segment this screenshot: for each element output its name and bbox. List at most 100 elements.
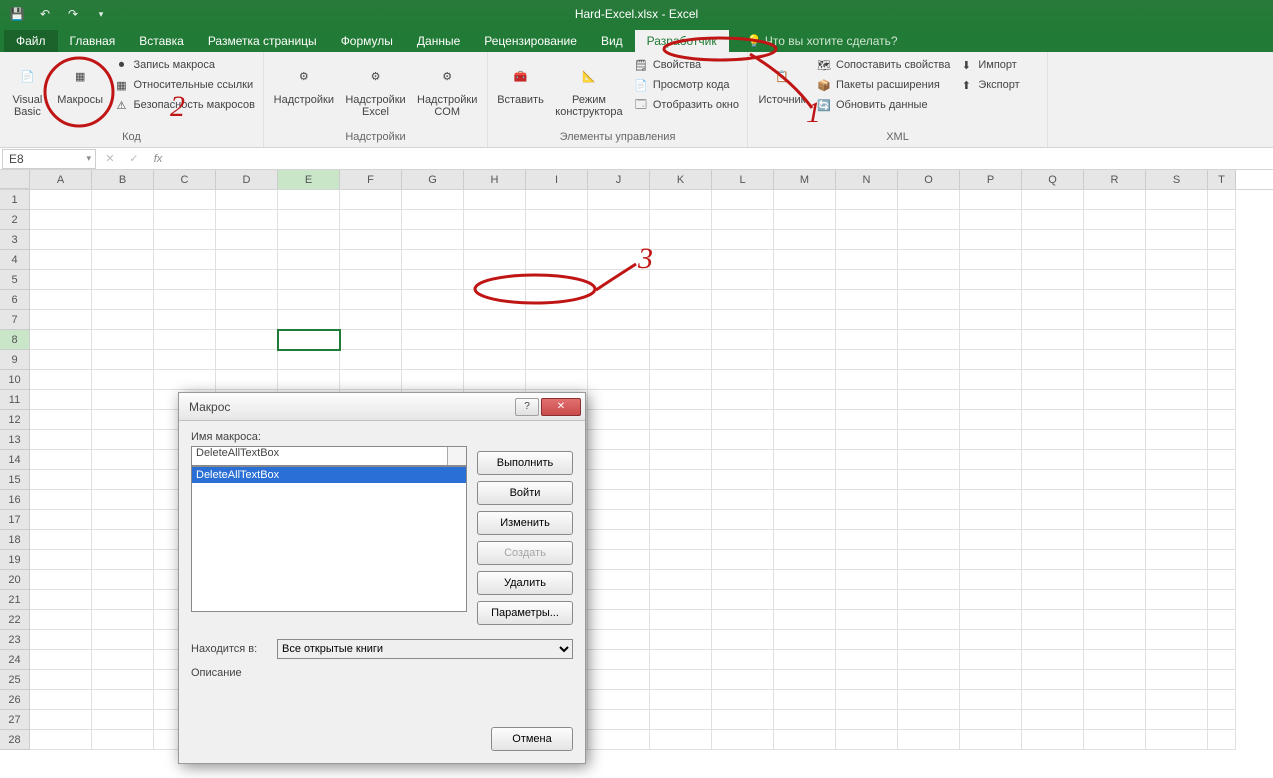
- cell[interactable]: [588, 470, 650, 490]
- cell[interactable]: [464, 330, 526, 350]
- cell[interactable]: [960, 290, 1022, 310]
- cell[interactable]: [1208, 230, 1236, 250]
- cell[interactable]: [588, 190, 650, 210]
- row-header[interactable]: 21: [0, 590, 30, 610]
- cell[interactable]: [1208, 310, 1236, 330]
- cell[interactable]: [92, 550, 154, 570]
- cell[interactable]: [1084, 470, 1146, 490]
- cell[interactable]: [650, 710, 712, 730]
- show-dialog-button[interactable]: 🗔Отобразить окно: [631, 96, 741, 114]
- cell[interactable]: [836, 230, 898, 250]
- cell[interactable]: [30, 610, 92, 630]
- cell[interactable]: [402, 210, 464, 230]
- cell[interactable]: [1146, 590, 1208, 610]
- cell[interactable]: [650, 410, 712, 430]
- redo-icon[interactable]: ↷: [62, 3, 84, 25]
- cell[interactable]: [1022, 690, 1084, 710]
- cell[interactable]: [1208, 670, 1236, 690]
- row-header[interactable]: 24: [0, 650, 30, 670]
- row-header[interactable]: 16: [0, 490, 30, 510]
- cell[interactable]: [960, 550, 1022, 570]
- cell[interactable]: [464, 270, 526, 290]
- cell[interactable]: [1208, 330, 1236, 350]
- row-header[interactable]: 28: [0, 730, 30, 750]
- cell[interactable]: [650, 350, 712, 370]
- cell[interactable]: [154, 370, 216, 390]
- cell[interactable]: [278, 330, 340, 350]
- cell[interactable]: [1208, 430, 1236, 450]
- cell[interactable]: [1022, 710, 1084, 730]
- cell[interactable]: [836, 410, 898, 430]
- cell[interactable]: [30, 390, 92, 410]
- column-header[interactable]: R: [1084, 170, 1146, 189]
- cell[interactable]: [1084, 390, 1146, 410]
- row-header[interactable]: 19: [0, 550, 30, 570]
- cell[interactable]: [92, 730, 154, 750]
- cell[interactable]: [774, 470, 836, 490]
- qat-customize-icon[interactable]: ▾: [90, 3, 112, 25]
- macro-list-item[interactable]: DeleteAllTextBox: [192, 467, 466, 483]
- cell[interactable]: [588, 390, 650, 410]
- cell[interactable]: [1022, 410, 1084, 430]
- cell[interactable]: [526, 230, 588, 250]
- cell[interactable]: [30, 550, 92, 570]
- cell[interactable]: [898, 470, 960, 490]
- cell[interactable]: [712, 250, 774, 270]
- row-header[interactable]: 7: [0, 310, 30, 330]
- cell[interactable]: [898, 350, 960, 370]
- cell[interactable]: [960, 470, 1022, 490]
- cell[interactable]: [1084, 270, 1146, 290]
- cell[interactable]: [1146, 230, 1208, 250]
- cell[interactable]: [836, 710, 898, 730]
- column-header[interactable]: Q: [1022, 170, 1084, 189]
- cell[interactable]: [1084, 350, 1146, 370]
- cell[interactable]: [340, 250, 402, 270]
- cell[interactable]: [712, 430, 774, 450]
- cell[interactable]: [1084, 730, 1146, 750]
- row-header[interactable]: 4: [0, 250, 30, 270]
- row-header[interactable]: 23: [0, 630, 30, 650]
- cell[interactable]: [1022, 610, 1084, 630]
- cell[interactable]: [588, 250, 650, 270]
- cell[interactable]: [960, 370, 1022, 390]
- cell[interactable]: [1146, 310, 1208, 330]
- cell[interactable]: [1084, 290, 1146, 310]
- cell[interactable]: [1084, 570, 1146, 590]
- cell[interactable]: [960, 510, 1022, 530]
- cell[interactable]: [588, 230, 650, 250]
- cell[interactable]: [1084, 530, 1146, 550]
- cell[interactable]: [1208, 490, 1236, 510]
- cell[interactable]: [1208, 390, 1236, 410]
- cell[interactable]: [92, 370, 154, 390]
- close-button[interactable]: ✕: [541, 398, 581, 416]
- name-box[interactable]: E8: [2, 149, 96, 169]
- macro-list[interactable]: DeleteAllTextBox: [191, 466, 467, 612]
- cell[interactable]: [1022, 250, 1084, 270]
- cell[interactable]: [154, 310, 216, 330]
- cell[interactable]: [1022, 350, 1084, 370]
- cell[interactable]: [464, 230, 526, 250]
- cell[interactable]: [92, 430, 154, 450]
- cell[interactable]: [1208, 730, 1236, 750]
- cell[interactable]: [1208, 250, 1236, 270]
- cell[interactable]: [154, 290, 216, 310]
- cell[interactable]: [588, 710, 650, 730]
- cell[interactable]: [92, 250, 154, 270]
- cell[interactable]: [402, 290, 464, 310]
- cell[interactable]: [1022, 390, 1084, 410]
- relative-refs-button[interactable]: ▦Относительные ссылки: [111, 76, 257, 94]
- worksheet-grid[interactable]: ABCDEFGHIJKLMNOPQRST 1234567891011121314…: [0, 170, 1273, 778]
- cell[interactable]: [216, 250, 278, 270]
- cell[interactable]: [402, 310, 464, 330]
- cell[interactable]: [92, 530, 154, 550]
- tab-home[interactable]: Главная: [58, 30, 128, 52]
- cell[interactable]: [1146, 690, 1208, 710]
- cell[interactable]: [154, 190, 216, 210]
- cell[interactable]: [92, 610, 154, 630]
- cell[interactable]: [898, 610, 960, 630]
- cell[interactable]: [774, 650, 836, 670]
- cell[interactable]: [1146, 190, 1208, 210]
- column-header[interactable]: P: [960, 170, 1022, 189]
- cell[interactable]: [588, 550, 650, 570]
- cell[interactable]: [774, 390, 836, 410]
